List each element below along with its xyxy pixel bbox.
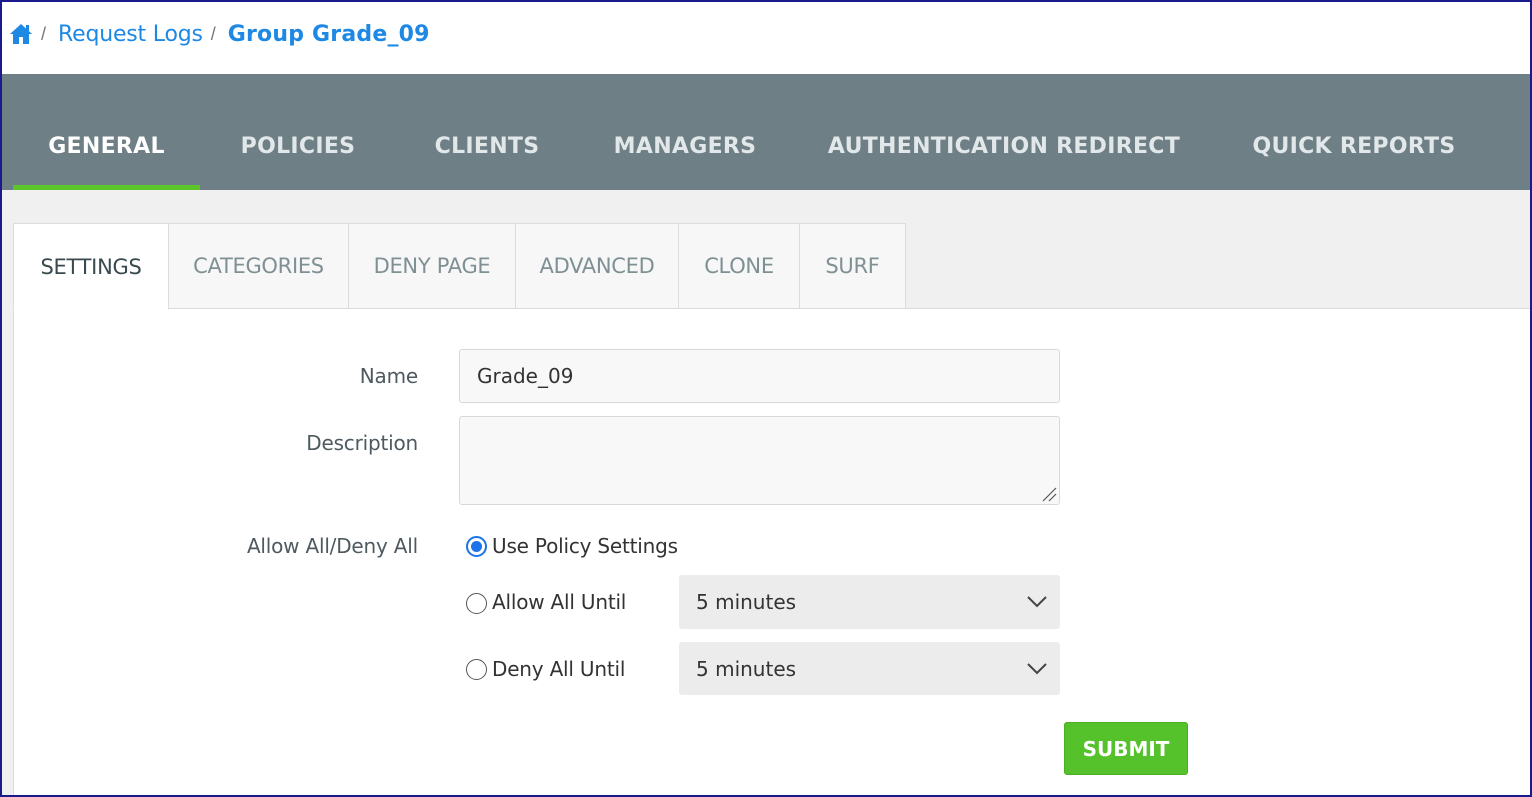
- name-input[interactable]: Grade_09: [459, 349, 1060, 403]
- use-policy-settings-radio[interactable]: [466, 536, 487, 557]
- deny-all-until-label: Deny All Until: [492, 657, 626, 681]
- allow-all-until-label: Allow All Until: [492, 590, 627, 614]
- breadcrumb-separator: /: [210, 23, 216, 44]
- allow-all-until-select[interactable]: 5 minutes: [679, 575, 1060, 629]
- chevron-down-icon: [1027, 662, 1047, 674]
- tab-policies[interactable]: POLICIES: [200, 130, 396, 190]
- tab-managers[interactable]: MANAGERS: [578, 130, 792, 190]
- tab-label: MANAGERS: [613, 134, 757, 159]
- description-label: Description: [306, 431, 418, 455]
- breadcrumb: / Request Logs / Group Grade_09: [0, 0, 1532, 74]
- breadcrumb-current: Group Grade_09: [227, 21, 430, 47]
- description-textarea[interactable]: [459, 416, 1060, 505]
- submit-label: SUBMIT: [1082, 736, 1170, 761]
- breadcrumb-request-logs[interactable]: Request Logs: [58, 22, 203, 47]
- tab-authentication-redirect[interactable]: AUTHENTICATION REDIRECT: [792, 130, 1216, 190]
- tab-general[interactable]: GENERAL: [13, 130, 200, 190]
- allow-deny-label: Allow All/Deny All: [246, 534, 418, 558]
- tab-label: AUTHENTICATION REDIRECT: [827, 134, 1181, 159]
- subtab-label: CATEGORIES: [193, 254, 324, 278]
- resize-handle-icon[interactable]: [1039, 484, 1057, 502]
- subtab-settings[interactable]: SETTINGS: [13, 223, 169, 310]
- tab-label: CLIENTS: [434, 134, 540, 159]
- tab-quick-reports[interactable]: QUICK REPORTS: [1216, 130, 1492, 190]
- submit-button[interactable]: SUBMIT: [1064, 722, 1188, 775]
- main-tab-bar: GENERAL POLICIES CLIENTS MANAGERS AUTHEN…: [2, 74, 1530, 190]
- name-input-value: Grade_09: [477, 364, 574, 388]
- breadcrumb-separator: /: [41, 23, 47, 44]
- subtab-label: SURF: [825, 254, 880, 278]
- home-icon[interactable]: [9, 23, 33, 45]
- tab-label: QUICK REPORTS: [1252, 134, 1456, 159]
- subtab-advanced[interactable]: ADVANCED: [515, 223, 679, 309]
- allow-all-until-select-value: 5 minutes: [696, 590, 797, 614]
- deny-all-until-select-value: 5 minutes: [696, 656, 797, 681]
- subtab-categories[interactable]: CATEGORIES: [168, 223, 349, 309]
- content-area: SETTINGS CATEGORIES DENY PAGE ADVANCED C…: [2, 190, 1530, 795]
- allow-all-until-radio[interactable]: [466, 593, 487, 614]
- deny-all-until-select[interactable]: 5 minutes: [679, 642, 1060, 695]
- name-label: Name: [359, 364, 418, 388]
- use-policy-settings-label: Use Policy Settings: [492, 534, 678, 558]
- subtab-label: ADVANCED: [539, 254, 655, 278]
- subtab-clone[interactable]: CLONE: [678, 223, 800, 309]
- tab-label: GENERAL: [48, 134, 165, 159]
- subtab-label: DENY PAGE: [373, 254, 491, 278]
- deny-all-until-radio[interactable]: [466, 659, 487, 680]
- subtab-surf[interactable]: SURF: [799, 223, 906, 309]
- subtab-label: SETTINGS: [40, 254, 142, 279]
- subtab-label: CLONE: [704, 254, 774, 278]
- chevron-down-icon: [1027, 596, 1047, 608]
- tab-label: POLICIES: [240, 134, 356, 159]
- subtab-deny-page[interactable]: DENY PAGE: [348, 223, 516, 309]
- tab-clients[interactable]: CLIENTS: [396, 130, 578, 190]
